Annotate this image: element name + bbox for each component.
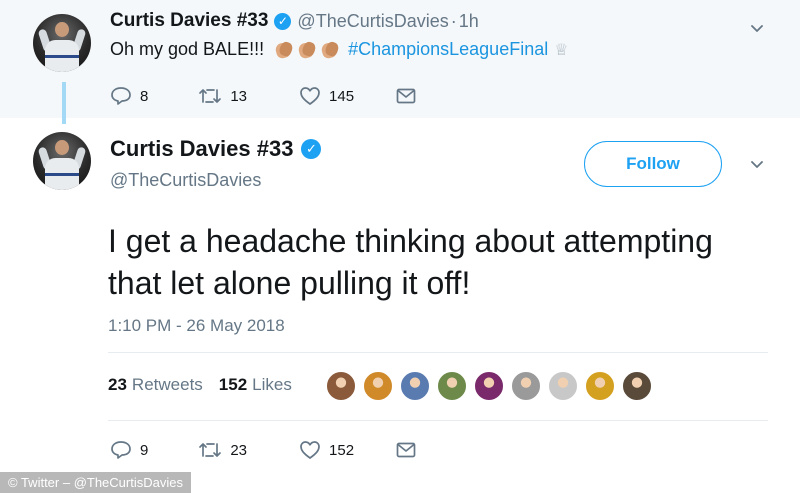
liker-avatar[interactable] [437,371,467,401]
clapping-hands-emoji-icon [320,40,340,60]
engagement-stats: 23 Retweets 152 Likes [108,375,292,395]
reply-button[interactable]: 9 [110,440,148,460]
like-button[interactable]: 152 [299,440,354,460]
heart-icon [300,441,320,459]
parent-tweet-header: Curtis Davies #33 ✓ @TheCurtisDavies · 1… [110,10,479,32]
retweets-stat[interactable]: 23 Retweets [108,375,203,395]
retweet-button[interactable]: 23 [198,441,247,459]
direct-message-button[interactable] [396,442,416,458]
parent-tweet-time[interactable]: 1h [459,11,479,32]
liker-avatar[interactable] [363,371,393,401]
retweets-stat-label: Retweets [131,375,203,394]
retweet-button[interactable]: 13 [198,87,247,105]
divider [108,352,768,353]
retweet-icon [199,89,222,103]
liker-avatar[interactable] [474,371,504,401]
main-tweet-actions: 9 23 152 [110,440,416,460]
thread-connector-line [62,82,66,124]
divider [108,420,768,421]
image-credit: © Twitter – @TheCurtisDavies [0,472,191,493]
reply-count: 8 [140,87,149,105]
reply-count: 9 [140,441,149,459]
likes-stat[interactable]: 152 Likes [219,375,292,395]
parent-tweet-author-name[interactable]: Curtis Davies #33 [110,10,268,32]
liker-avatar[interactable] [400,371,430,401]
likes-stat-count: 152 [218,375,248,394]
clapping-hands-emoji-icon [297,40,317,60]
like-count: 152 [329,441,355,459]
retweet-icon [199,443,222,457]
like-count: 145 [329,87,355,105]
separator-dot: · [450,10,457,31]
reply-icon [111,87,131,105]
main-tweet-text: I get a headache thinking about attempti… [108,223,713,301]
envelope-icon [396,442,416,458]
retweet-count: 13 [230,87,248,105]
heart-icon [300,87,320,105]
liker-avatar[interactable] [326,371,356,401]
parent-tweet[interactable]: Curtis Davies #33 ✓ @TheCurtisDavies · 1… [0,0,800,118]
liker-avatar[interactable] [622,371,652,401]
parent-tweet-text: Oh my god BALE!!! #ChampionsLeagueFinal … [110,39,569,60]
liker-avatar[interactable] [585,371,615,401]
main-tweet-author-handle[interactable]: @TheCurtisDavies [110,170,261,191]
main-tweet-avatar[interactable] [33,132,91,190]
follow-button[interactable]: Follow [584,141,722,187]
direct-message-button[interactable] [396,88,416,104]
parent-tweet-avatar[interactable] [33,14,91,72]
reply-icon [111,441,131,459]
hashtag-link[interactable]: #ChampionsLeagueFinal [348,39,548,60]
reply-button[interactable]: 8 [110,86,148,106]
chevron-down-icon[interactable] [750,22,764,36]
parent-tweet-author-handle[interactable]: @TheCurtisDavies [297,11,448,32]
verified-badge-icon: ✓ [274,12,292,30]
main-tweet-author-name[interactable]: Curtis Davies #33 [110,136,293,162]
liker-avatar[interactable] [548,371,578,401]
envelope-icon [396,88,416,104]
trophy-icon: ♕ [554,41,569,59]
likes-stat-label: Likes [252,375,292,394]
like-button[interactable]: 145 [299,86,354,106]
parent-tweet-actions: 8 13 145 [110,86,416,106]
parent-tweet-text-main: Oh my god BALE!!! [110,39,265,59]
retweet-count: 23 [230,441,248,459]
liker-avatars [326,371,659,401]
main-tweet-header: Curtis Davies #33 ✓ [110,136,322,162]
liker-avatar[interactable] [511,371,541,401]
retweets-stat-count: 23 [108,375,127,394]
clapping-hands-emoji-icon [274,40,294,60]
main-tweet-timestamp[interactable]: 1:10 PM - 26 May 2018 [108,316,285,336]
chevron-down-icon[interactable] [750,158,764,172]
verified-badge-icon: ✓ [301,139,322,159]
